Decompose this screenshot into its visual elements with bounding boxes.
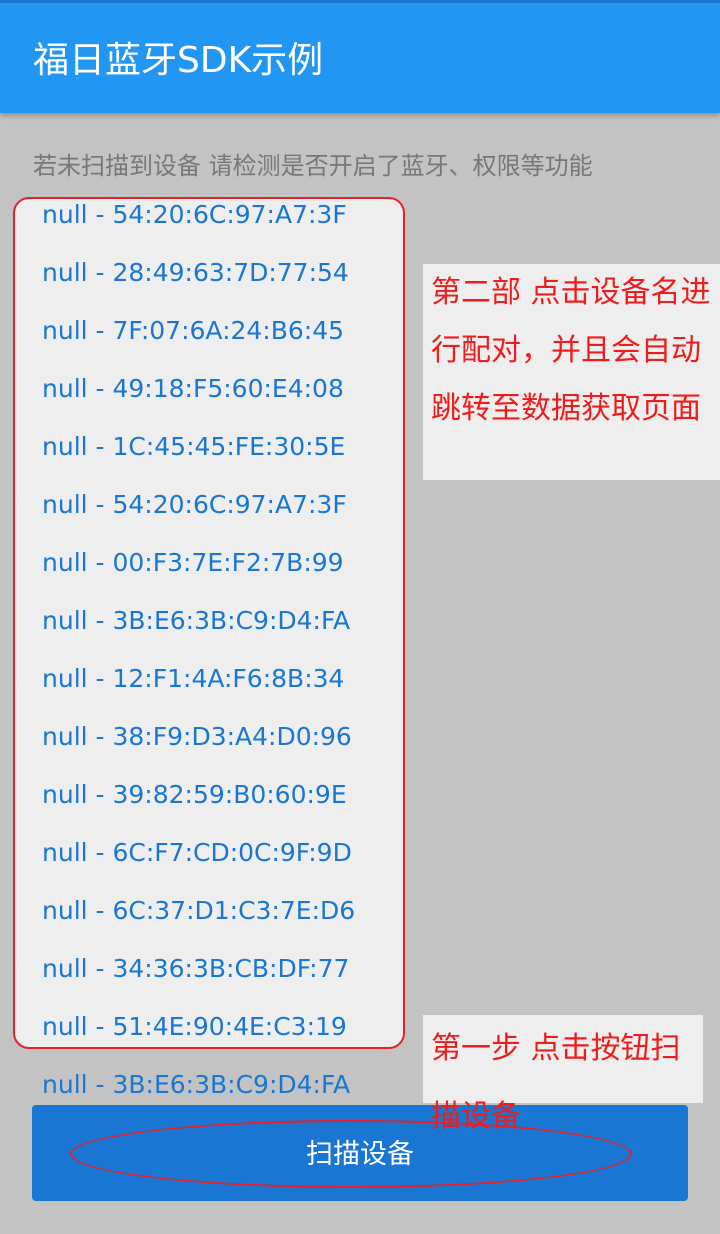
- device-list-item[interactable]: null - 28:49:63:7D:77:54: [0, 244, 420, 302]
- device-list-item[interactable]: null - 38:F9:D3:A4:D0:96: [0, 708, 420, 766]
- app-title: 福日蓝牙SDK示例: [33, 40, 324, 81]
- annotation-step1: 第一步 点击按钮扫描设备: [423, 1015, 703, 1134]
- device-list-item[interactable]: null - 1C:45:45:FE:30:5E: [0, 418, 420, 476]
- device-list-item[interactable]: null - 54:20:6C:97:A7:3F: [0, 186, 420, 244]
- device-list: null - 54:20:6C:97:A7:3F null - 28:49:63:…: [0, 186, 420, 1114]
- hint-text: 若未扫描到设备 请检测是否开启了蓝牙、权限等功能: [33, 152, 593, 180]
- annotation-step2: 第二部 点击设备名进行配对，并且会自动跳转至数据获取页面: [423, 264, 720, 480]
- scan-devices-button[interactable]: 扫描设备: [32, 1105, 688, 1201]
- device-list-item[interactable]: null - 3B:E6:3B:C9:D4:FA: [0, 592, 420, 650]
- device-list-item[interactable]: null - 39:82:59:B0:60:9E: [0, 766, 420, 824]
- device-list-item[interactable]: null - 54:20:6C:97:A7:3F: [0, 476, 420, 534]
- device-list-item[interactable]: null - 6C:37:D1:C3:7E:D6: [0, 882, 420, 940]
- device-list-item[interactable]: null - 49:18:F5:60:E4:08: [0, 360, 420, 418]
- app-bar: 福日蓝牙SDK示例: [0, 3, 720, 113]
- device-list-item[interactable]: null - 51:4E:90:4E:C3:19: [0, 998, 420, 1056]
- device-list-item[interactable]: null - 12:F1:4A:F6:8B:34: [0, 650, 420, 708]
- device-list-item[interactable]: null - 6C:F7:CD:0C:9F:9D: [0, 824, 420, 882]
- device-list-item[interactable]: null - 34:36:3B:CB:DF:77: [0, 940, 420, 998]
- device-list-item[interactable]: null - 00:F3:7E:F2:7B:99: [0, 534, 420, 592]
- device-list-item[interactable]: null - 7F:07:6A:24:B6:45: [0, 302, 420, 360]
